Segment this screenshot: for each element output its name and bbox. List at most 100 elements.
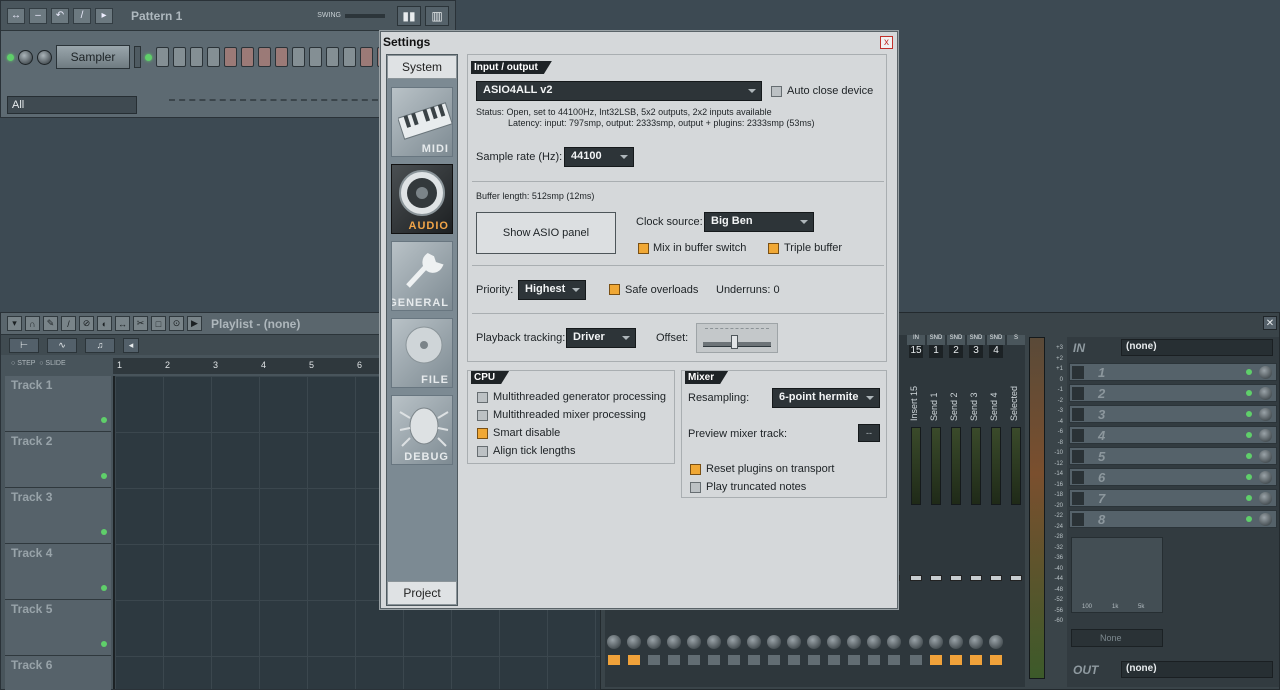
show-asio-panel-button[interactable]: Show ASIO panel: [476, 212, 616, 254]
slot-mix-knob[interactable]: [1259, 429, 1272, 442]
route-arrow-icon[interactable]: [708, 655, 720, 665]
priority-dropdown[interactable]: Highest: [518, 280, 586, 300]
pan-knob[interactable]: [607, 635, 621, 649]
slot-led[interactable]: [1246, 369, 1252, 375]
slot-led[interactable]: [1246, 474, 1252, 480]
channel-select-bar[interactable]: [134, 46, 141, 68]
slot-menu-icon[interactable]: [1072, 366, 1084, 379]
smart-disable-checkbox[interactable]: [477, 428, 488, 439]
select-icon[interactable]: □: [151, 316, 166, 331]
pencil-icon[interactable]: ✎: [43, 316, 58, 331]
step-button[interactable]: [258, 47, 271, 67]
pan-knob[interactable]: [887, 635, 901, 649]
automation-icon[interactable]: ∿: [47, 337, 77, 353]
volume-fader[interactable]: [930, 575, 942, 581]
route-arrow-icon[interactable]: [808, 655, 820, 665]
volume-fader[interactable]: [990, 575, 1002, 581]
pan-knob[interactable]: [969, 635, 983, 649]
effect-slot[interactable]: 7: [1069, 489, 1277, 507]
menu-arrow-icon[interactable]: ▾: [7, 316, 22, 331]
effect-slot[interactable]: 3: [1069, 405, 1277, 423]
route-arrow-icon[interactable]: [950, 655, 962, 665]
step-button[interactable]: [224, 47, 237, 67]
auto-close-checkbox[interactable]: [771, 86, 782, 97]
track-led[interactable]: [101, 641, 107, 647]
play-arrow-icon[interactable]: ▸: [95, 7, 113, 24]
slider-handle[interactable]: [731, 335, 738, 349]
volume-fader[interactable]: [910, 575, 922, 581]
minimize-icon[interactable]: –: [29, 7, 47, 24]
effect-slot[interactable]: 1: [1069, 363, 1277, 381]
sidebar-item-general[interactable]: GENERAL: [391, 241, 453, 311]
mixer-strip-insert-15[interactable]: IN 15 Insert 15: [907, 335, 925, 687]
graph-view-icon[interactable]: ▮▮: [397, 5, 421, 26]
step-button[interactable]: [156, 47, 169, 67]
sidebar-item-audio[interactable]: AUDIO: [391, 164, 453, 234]
brush-icon[interactable]: /: [61, 316, 76, 331]
track-header[interactable]: Track 2: [5, 432, 111, 488]
sidebar-item-midi[interactable]: MIDI: [391, 87, 453, 157]
slot-mix-knob[interactable]: [1259, 387, 1272, 400]
route-arrow-icon[interactable]: [868, 655, 880, 665]
mute-icon[interactable]: ◐: [97, 316, 112, 331]
slot-led[interactable]: [1246, 411, 1252, 417]
pan-knob[interactable]: [707, 635, 721, 649]
route-arrow-icon[interactable]: [608, 655, 620, 665]
track-header[interactable]: Track 3: [5, 488, 111, 544]
pan-knob[interactable]: [929, 635, 943, 649]
slot-mix-knob[interactable]: [1259, 513, 1272, 526]
route-arrow-icon[interactable]: [748, 655, 760, 665]
volume-fader[interactable]: [950, 575, 962, 581]
effect-slot[interactable]: 4: [1069, 426, 1277, 444]
multithreaded-generator-checkbox[interactable]: [477, 392, 488, 403]
slot-menu-icon[interactable]: [1072, 513, 1084, 526]
pan-knob[interactable]: [747, 635, 761, 649]
slice-icon[interactable]: ✂: [133, 316, 148, 331]
piano-view-icon[interactable]: ▥: [425, 5, 449, 26]
track-led[interactable]: [101, 417, 107, 423]
mix-buffer-switch-checkbox[interactable]: [638, 243, 649, 254]
slot-led[interactable]: [1246, 453, 1252, 459]
sampler-channel-button[interactable]: Sampler: [56, 45, 130, 69]
slot-menu-icon[interactable]: [1072, 387, 1084, 400]
step-button[interactable]: [326, 47, 339, 67]
mixer-strip-send-2[interactable]: SND 2 Send 2: [947, 335, 965, 687]
route-arrow-icon[interactable]: [888, 655, 900, 665]
close-icon[interactable]: x: [880, 36, 893, 49]
move-icon[interactable]: ↔: [7, 7, 25, 24]
slot-mix-knob[interactable]: [1259, 450, 1272, 463]
track-header[interactable]: Track 6: [5, 656, 111, 690]
sample-rate-dropdown[interactable]: 44100: [564, 147, 634, 167]
slash-icon[interactable]: /: [73, 7, 91, 24]
triple-buffer-checkbox[interactable]: [768, 243, 779, 254]
slot-led[interactable]: [1246, 432, 1252, 438]
output-select[interactable]: (none): [1121, 661, 1273, 678]
pan-knob[interactable]: [687, 635, 701, 649]
reset-plugins-checkbox[interactable]: [690, 464, 701, 475]
pan-knob[interactable]: [989, 635, 1003, 649]
tab-project[interactable]: Project: [387, 581, 457, 605]
effect-slot[interactable]: 6: [1069, 468, 1277, 486]
play-truncated-checkbox[interactable]: [690, 482, 701, 493]
effect-slot[interactable]: 2: [1069, 384, 1277, 402]
volume-fader[interactable]: [970, 575, 982, 581]
track-header[interactable]: Track 1: [5, 376, 111, 432]
pan-knob[interactable]: [627, 635, 641, 649]
tab-system[interactable]: System: [387, 55, 457, 79]
track-header[interactable]: Track 4: [5, 544, 111, 600]
track-led[interactable]: [101, 473, 107, 479]
step-button[interactable]: [173, 47, 186, 67]
route-arrow-icon[interactable]: [668, 655, 680, 665]
slot-mix-knob[interactable]: [1259, 471, 1272, 484]
mixer-strip-send-4[interactable]: SND 4 Send 4: [987, 335, 1005, 687]
route-arrow-icon[interactable]: [930, 655, 942, 665]
route-arrow-icon[interactable]: [648, 655, 660, 665]
pan-knob[interactable]: [847, 635, 861, 649]
eq-graph[interactable]: 100 1k 5k: [1071, 537, 1163, 613]
slot-led[interactable]: [1246, 390, 1252, 396]
pan-knob[interactable]: [18, 49, 33, 65]
channel-select-led[interactable]: [145, 53, 152, 61]
route-arrow-icon[interactable]: [728, 655, 740, 665]
slot-menu-icon[interactable]: [1072, 492, 1084, 505]
route-arrow-icon[interactable]: [990, 655, 1002, 665]
